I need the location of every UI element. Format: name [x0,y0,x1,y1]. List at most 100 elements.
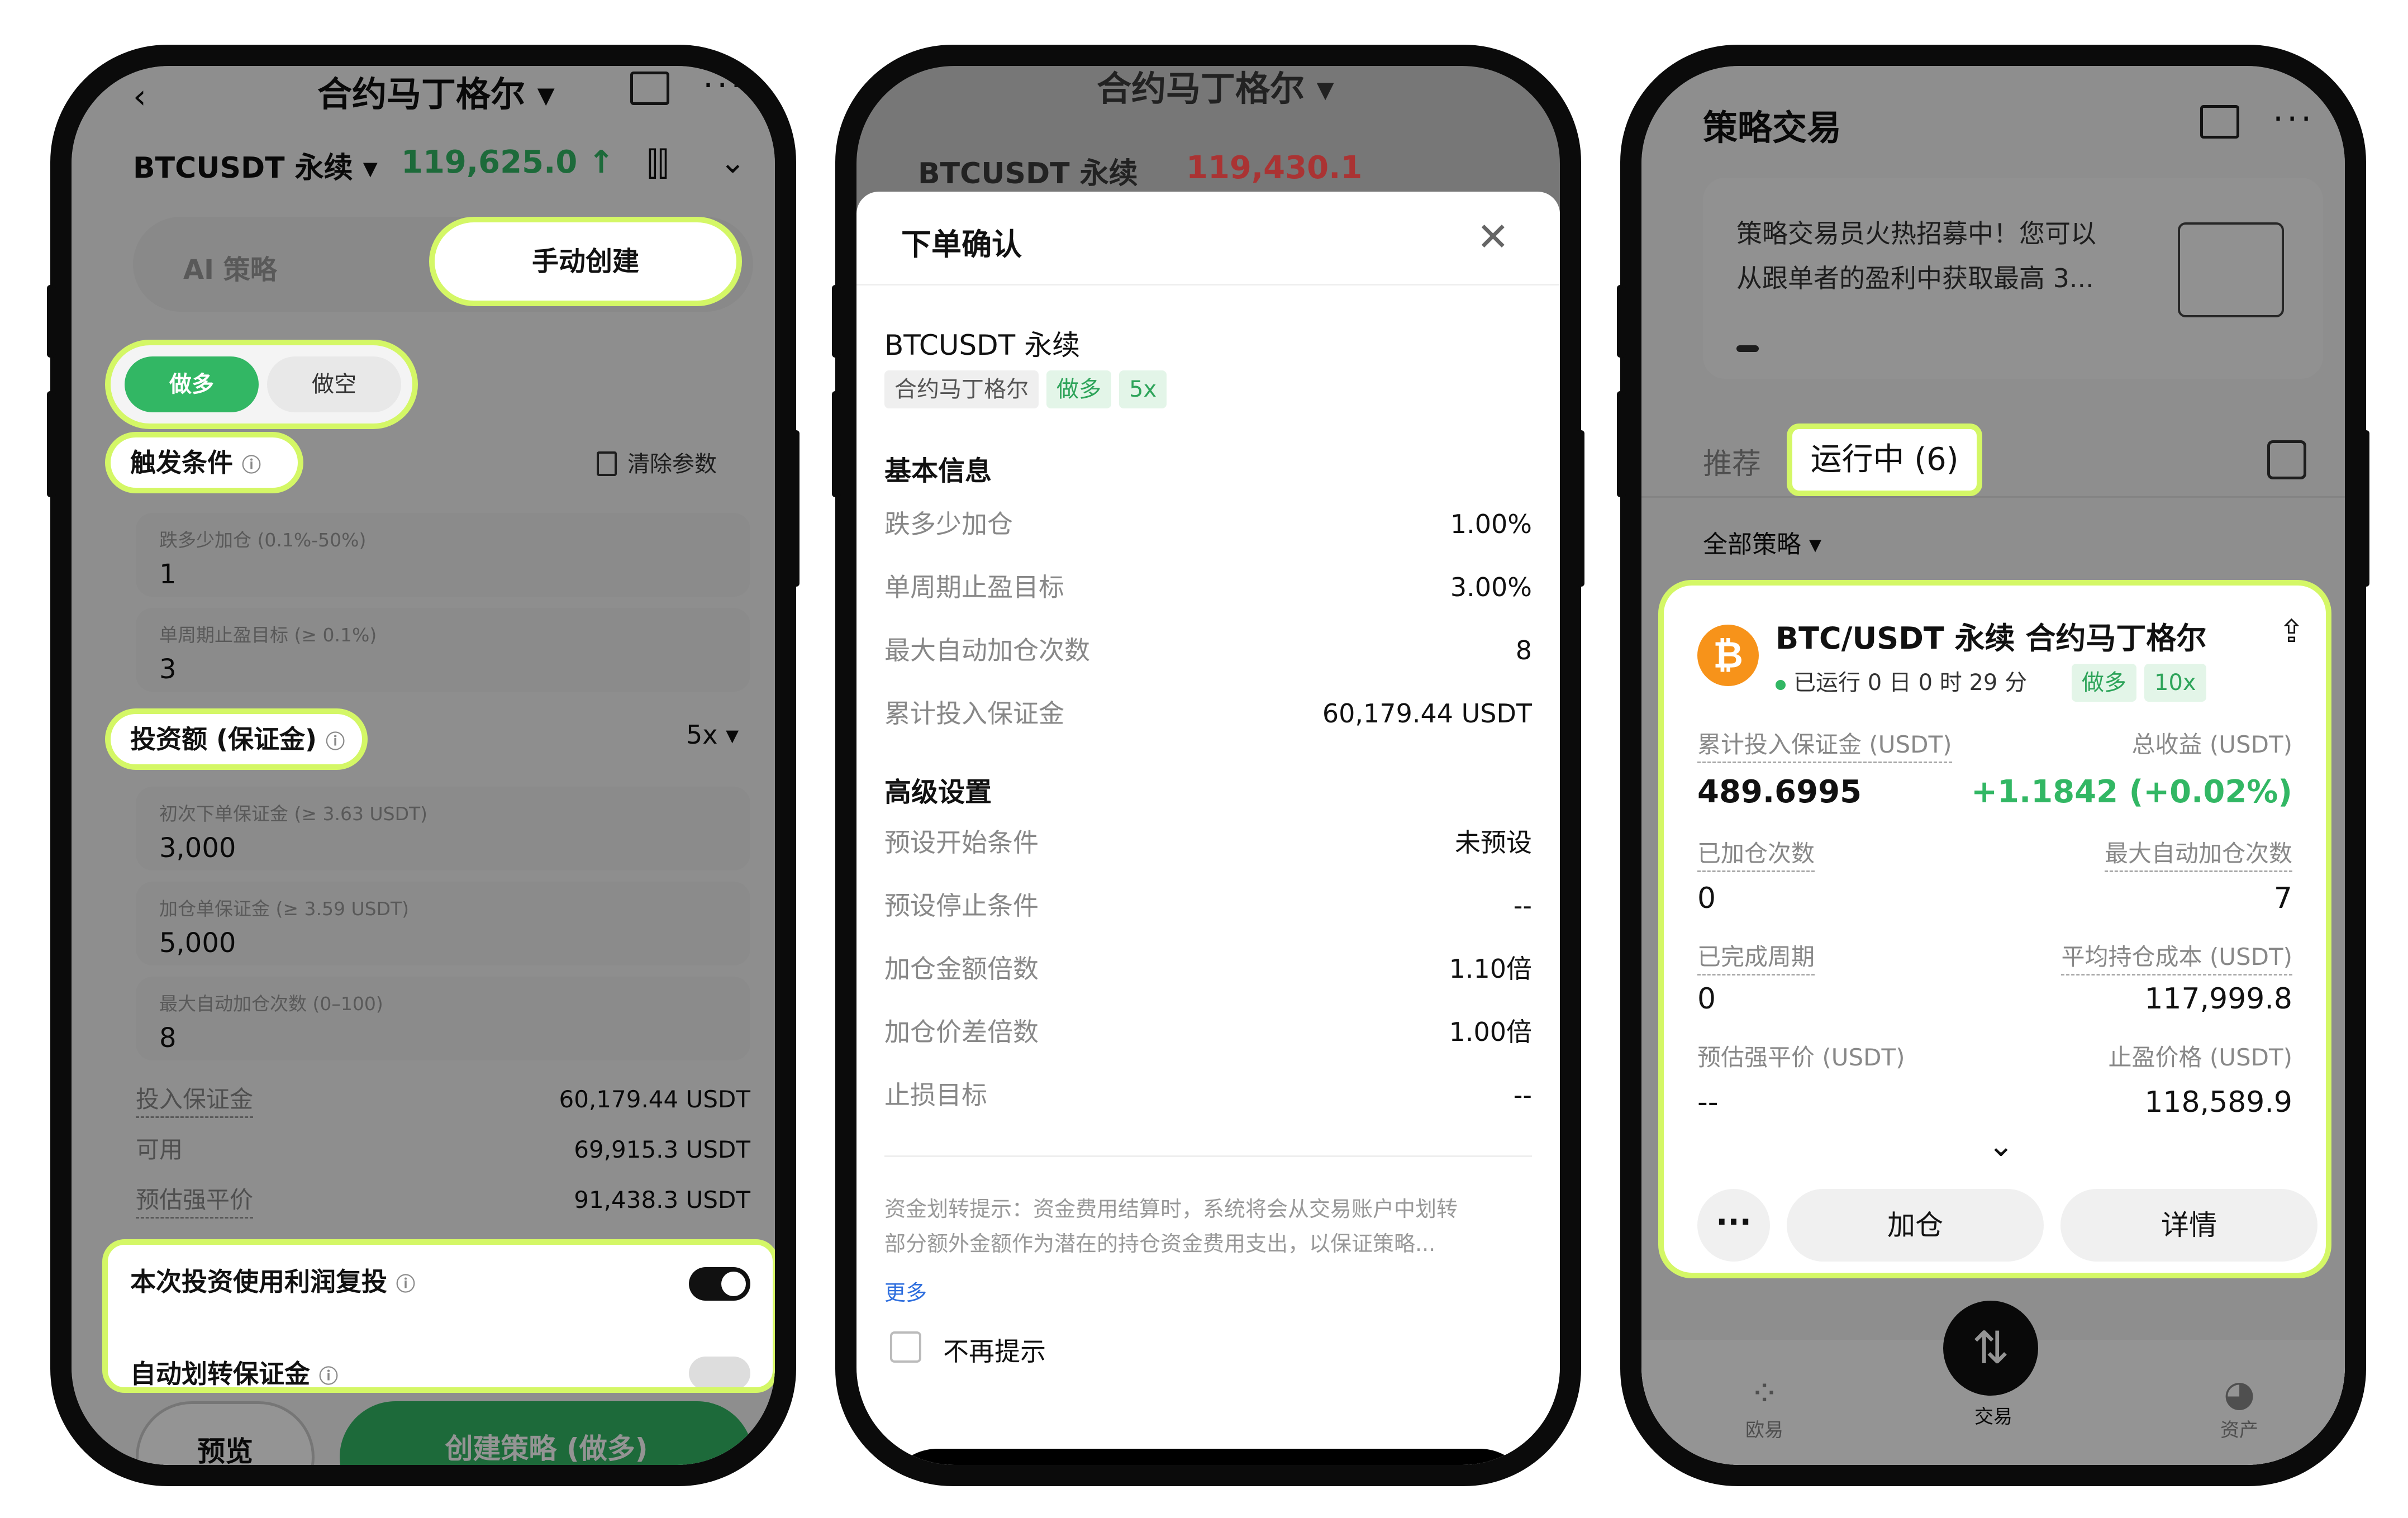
tag-leverage: 5x [1119,370,1167,408]
bg-price: 119,430.1 [1186,150,1363,186]
funding-notice: 资金划转提示：资金费用结算时，系统将会从交易账户中划转 部分额外金额作为潜在的持… [884,1197,1458,1256]
pair-selector[interactable]: BTCUSDT 永续 ▾ [133,144,378,186]
back-icon[interactable]: ‹ [133,77,146,116]
stat-label[interactable]: 预估强平价 (USDT) [1697,1041,1905,1074]
divider [1641,496,2345,498]
recruit-banner[interactable]: 策略交易员火热招募中！您可以 从跟单者的盈利中获取最高 3... [1703,178,2323,379]
carousel-dots [1736,345,1759,352]
info-icon[interactable]: ⓘ [242,454,261,477]
screen-3: 策略交易 ··· 策略交易员火热招募中！您可以 从跟单者的盈利中获取最高 3..… [1641,66,2345,1465]
divider [884,1155,1532,1157]
leverage-selector[interactable]: 5x ▾ [686,720,739,750]
grid-icon: ⁘ [1749,1373,1779,1415]
stat-value: 117,999.8 [2144,982,2292,1016]
reinvest-label: 本次投资使用利润复投 ⓘ [130,1267,416,1297]
reinvest-toggle[interactable] [689,1267,750,1301]
card-title: BTC/USDT 永续 合约马丁格尔 [1776,621,2207,656]
card-more-button[interactable]: ··· [1697,1189,1770,1262]
summary-liq-price: 预估强平价 91,438.3 USDT [136,1183,750,1222]
field-initial-margin[interactable]: 初次下单保证金 (≥ 3.63 USDT) 3,000 [136,787,750,870]
close-icon[interactable]: ✕ [1477,214,1510,260]
stat-value: -- [1697,1086,1719,1119]
filter-all-strategies[interactable]: 全部策略 ▾ [1703,524,1821,560]
tab-ai-strategy[interactable]: AI 策略 [183,248,277,287]
phone-order-confirm: 合约马丁格尔 ▾ BTCUSDT 永续 119,430.1 下单确认 ✕ BTC… [832,45,1584,1486]
advanced-row: 加仓金额倍数 1.10倍 [884,954,1532,984]
tab-recommend[interactable]: 推荐 [1703,440,1761,482]
book-icon[interactable] [2200,105,2239,139]
nav-title[interactable]: 合约马丁格尔 ▾ [317,66,555,116]
tag-long: 做多 [2072,664,2136,702]
stat-value: 0 [1697,882,1716,915]
tab-running[interactable]: 运行中 (6) [1787,423,1982,496]
summary-available: 可用 69,915.3 USDT [136,1136,750,1163]
short-button[interactable]: 做空 [267,356,401,412]
stat-label[interactable]: 最大自动加仓次数 [2104,837,2292,872]
field-take-profit[interactable]: 单周期止盈目标 (≥ 0.1%) 3 [136,608,750,692]
auto-transfer-toggle[interactable] [689,1357,750,1387]
auto-transfer-label: 自动划转保证金 ⓘ [130,1359,339,1389]
trade-icon: ⇅ [1943,1301,2038,1396]
confirm-modal: 下单确认 ✕ BTCUSDT 永续 合约马丁格尔 做多 5x 基本信息 跌多少加仓 1… [856,192,1560,1465]
field-add-margin[interactable]: 加仓单保证金 (≥ 3.59 USDT) 5,000 [136,882,750,965]
bg-pair: BTCUSDT 永续 [918,157,1138,191]
tag-strategy: 合约马丁格尔 [884,370,1039,408]
direction-toggle: 做多 做空 [105,340,418,429]
reinvest-panel: 本次投资使用利润复投 ⓘ 自动划转保证金 ⓘ [102,1239,775,1393]
stat-value: 489.6995 [1697,774,1862,810]
nav-trade[interactable]: ⇅ 交易 [1943,1301,2044,1429]
advanced-title: 高级设置 [884,777,992,808]
candlestick-icon[interactable]: ⫿⫿ [647,144,668,183]
field-add-on-drop[interactable]: 跌多少加仓 (0.1%-50%) 1 [136,513,750,597]
trader-illustration-icon [2178,222,2284,317]
chevron-down-icon[interactable]: ⌄ [720,144,746,180]
confirm-tags: 合约马丁格尔 做多 5x [884,370,1174,408]
nav-home[interactable]: ⁘ 欧易 [1725,1373,1803,1442]
divider [856,284,1560,285]
field-max-add-count[interactable]: 最大自动加仓次数 (0–100) 8 [136,977,750,1060]
phone-order-form: ‹ 合约马丁格尔 ▾ ··· BTCUSDT 永续 ▾ 119,625.0 ↑ … [47,45,800,1486]
bg-nav-title: 合约马丁格尔 ▾ [1097,68,1334,109]
stat-value: 118,589.9 [2144,1086,2292,1119]
add-position-button[interactable]: 加仓 [1787,1189,2044,1262]
phone-running-strategies: 策略交易 ··· 策略交易员火热招募中！您可以 从跟单者的盈利中获取最高 3..… [1617,45,2369,1486]
dont-remind-checkbox[interactable] [890,1331,921,1363]
strategy-card[interactable]: ₿ BTC/USDT 永续 合约马丁格尔 ⇪ 已运行 0 日 0 时 29 分 … [1658,580,2331,1278]
stat-label[interactable]: 总收益 (USDT) [2131,728,2292,762]
confirm-button[interactable]: 确认 [884,1449,1533,1465]
more-link[interactable]: 更多 [884,1276,927,1306]
stat-label[interactable]: 止盈价格 (USDT) [2108,1041,2292,1074]
tag-leverage: 10x [2144,664,2206,702]
nav-assets[interactable]: ◕ 资产 [2200,1373,2278,1442]
info-icon[interactable]: ⓘ [326,731,345,753]
dont-remind-label[interactable]: 不再提示 [943,1331,1046,1368]
stat-label[interactable]: 平均持仓成本 (USDT) [2061,940,2292,975]
status-dot [1776,680,1786,690]
page-title: 策略交易 [1703,107,1842,148]
info-icon[interactable]: ⓘ [319,1365,338,1387]
book-icon[interactable] [630,72,669,105]
details-button[interactable]: 详情 [2060,1189,2317,1262]
stat-label[interactable]: 已完成周期 [1697,940,1815,975]
trash-icon[interactable] [597,451,617,476]
history-icon[interactable] [2267,440,2306,479]
advanced-row: 预设停止条件 -- [884,891,1532,921]
stat-label[interactable]: 累计投入保证金 (USDT) [1697,728,1952,763]
more-icon[interactable]: ··· [703,66,745,105]
price: 119,625.0 ↑ [401,144,615,180]
create-strategy-button[interactable]: 创建策略 (做多) [340,1401,753,1465]
expand-chevron-icon[interactable]: ⌄ [1988,1127,2014,1164]
tab-manual-create[interactable]: 手动创建 [429,217,742,306]
tag-long: 做多 [1046,370,1111,408]
long-button[interactable]: 做多 [125,356,259,412]
modal-title: 下单确认 [901,227,1022,262]
more-icon[interactable]: ··· [2273,99,2315,139]
share-icon[interactable]: ⇪ [2278,613,2305,650]
banner-text: 策略交易员火热招募中！您可以 从跟单者的盈利中获取最高 3... [1736,218,2096,293]
preview-button[interactable]: 预览 [136,1401,315,1465]
confirm-pair: BTCUSDT 永续 [884,329,1081,361]
info-icon[interactable]: ⓘ [396,1273,415,1296]
clear-params[interactable]: 清除参数 [627,446,717,478]
stat-label[interactable]: 已加仓次数 [1697,837,1815,872]
basic-row: 累计投入保证金 60,179.44 USDT [884,698,1532,729]
